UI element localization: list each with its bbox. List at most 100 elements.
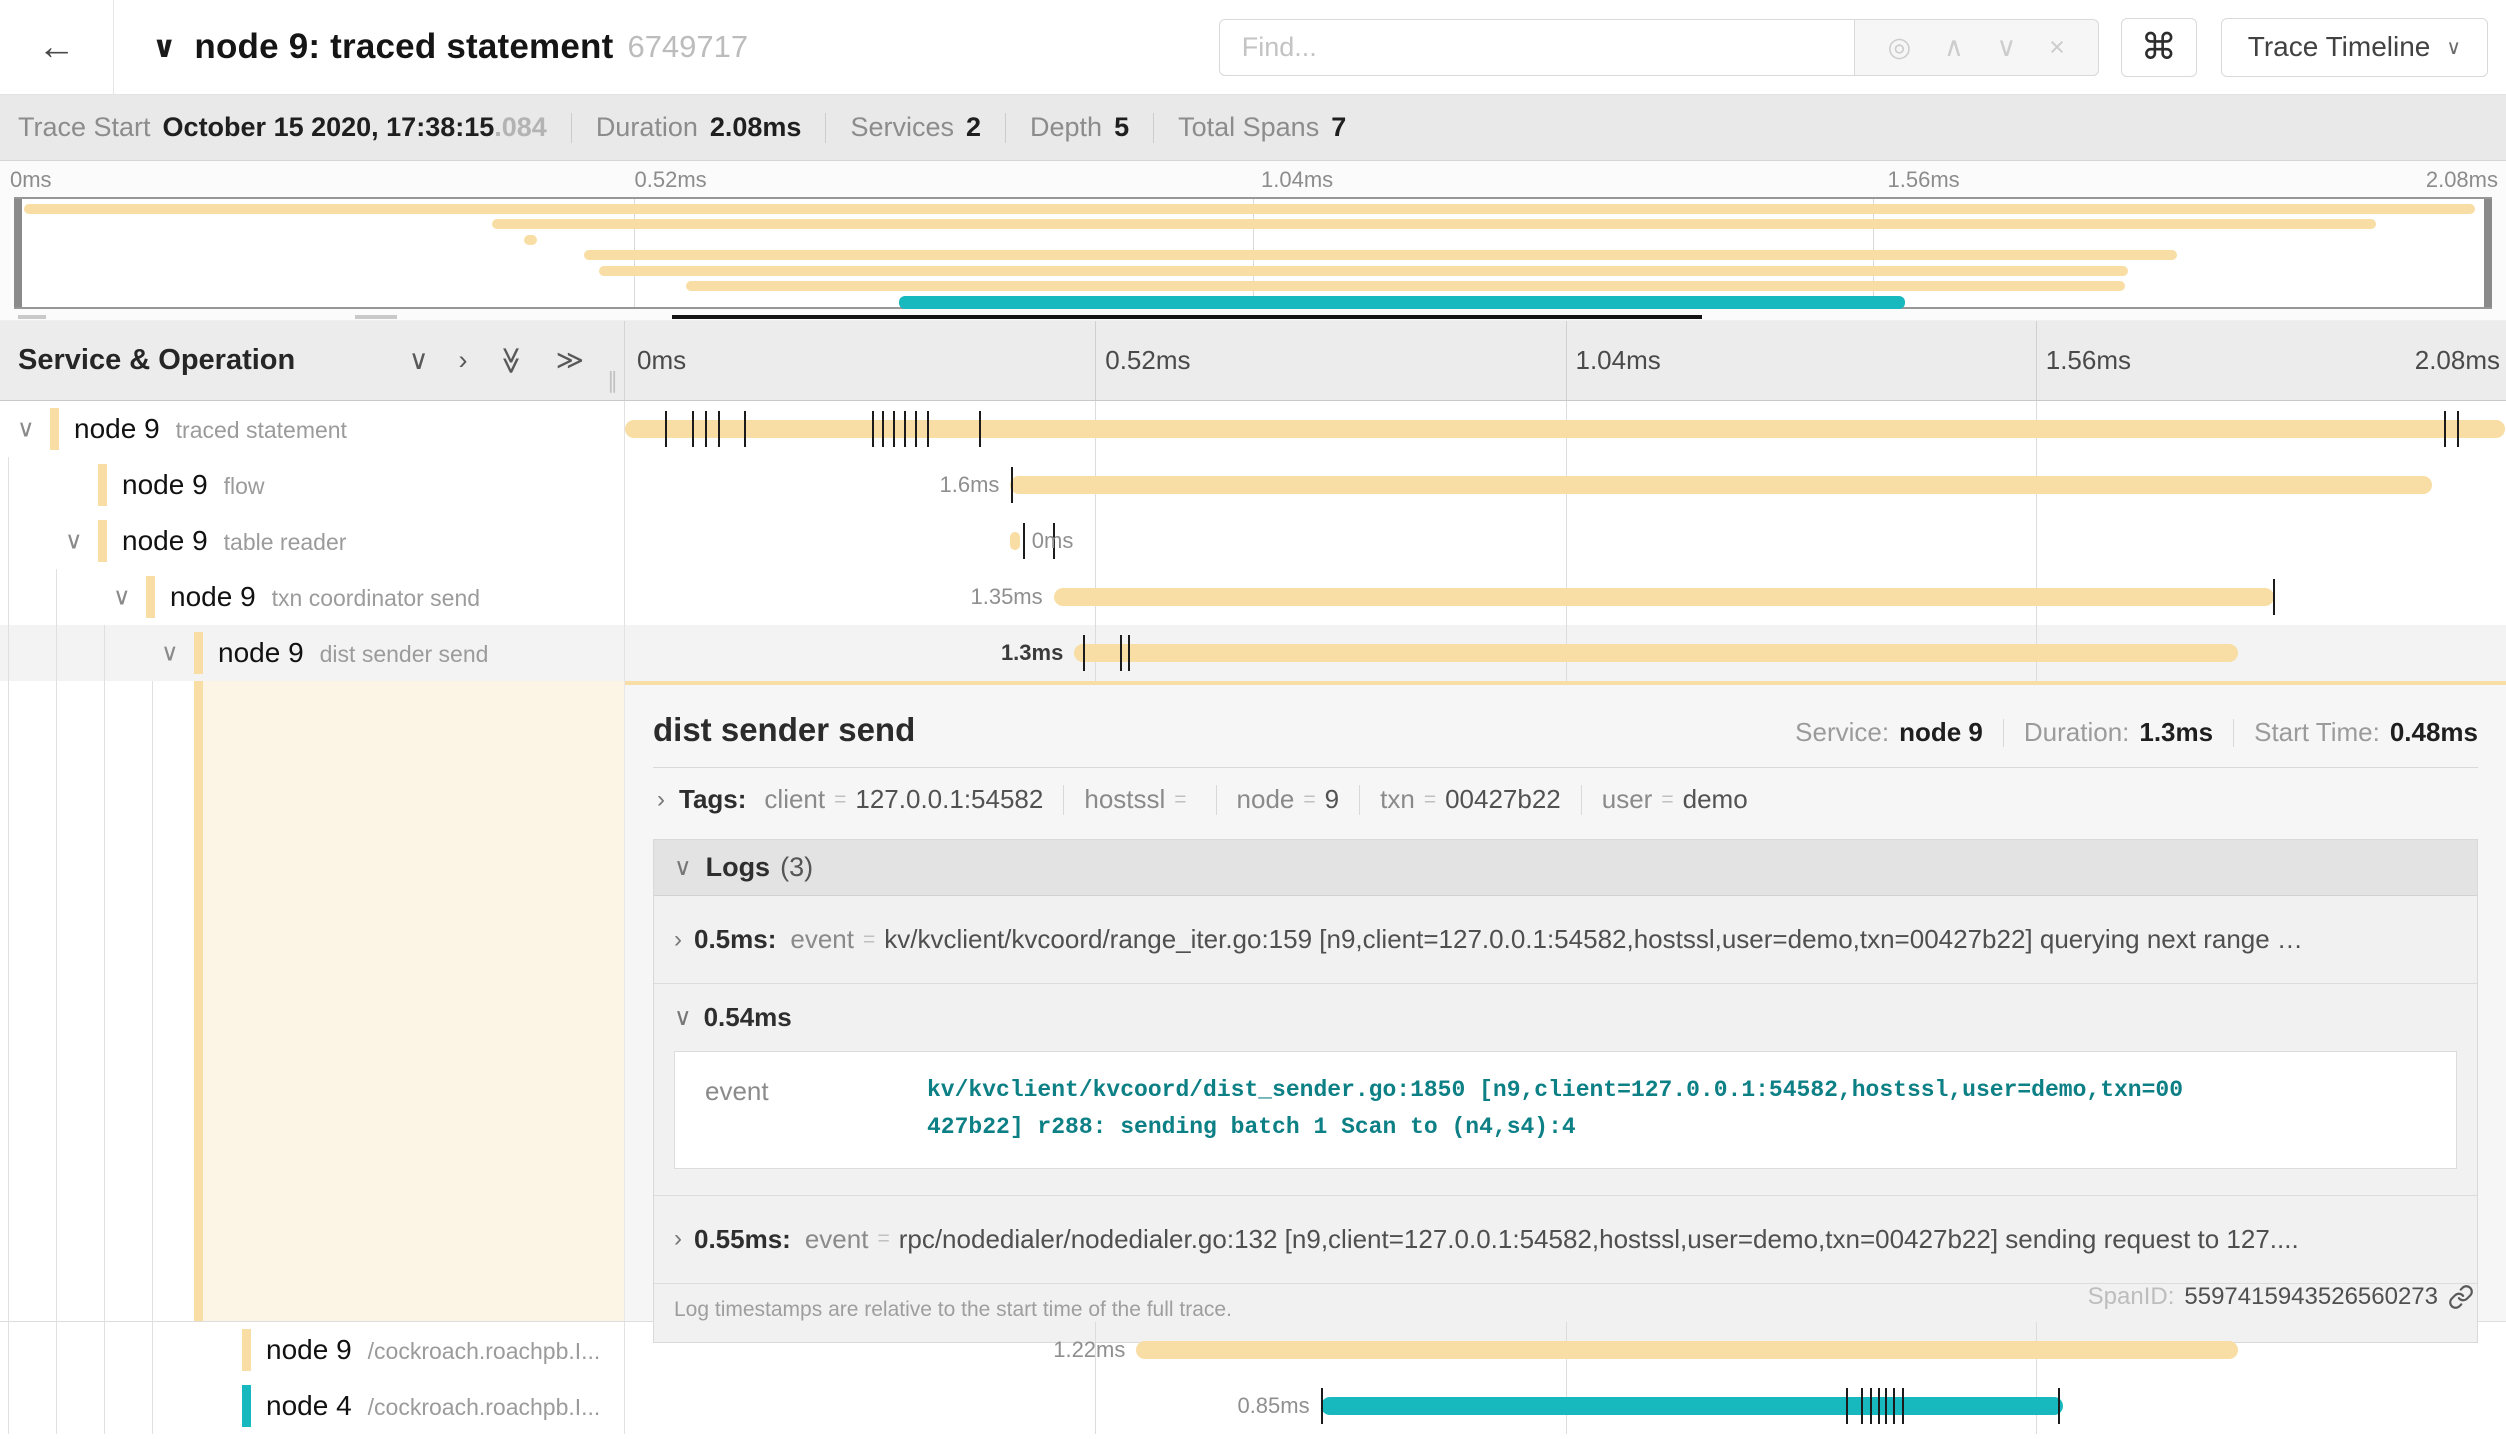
timeline-header-row: Service & Operation ∨ › ≫ ≫ ∥ 0ms0.52ms1… [0,321,2506,401]
span-tree-item[interactable]: node 4/cockroach.roachpb.I... [0,1378,625,1434]
log-entry-header[interactable]: ∨0.54ms [654,984,2477,1043]
tree-guide-line [104,625,105,681]
log-marker-tick [1128,635,1130,671]
minimap-span-bar [584,250,2177,260]
expander-chevron-down-icon[interactable]: ∨ [113,583,131,612]
operation-name: traced statement [176,417,347,443]
log-marker-tick [1861,1388,1863,1424]
expander-chevron-down-icon[interactable]: ∨ [17,415,35,444]
span-tree-item[interactable]: node 9/cockroach.roachpb.I... [0,1322,625,1378]
span-duration-bar[interactable] [1136,1341,2238,1359]
tag-equals: = [834,788,846,812]
minimap-canvas[interactable] [14,197,2492,309]
locate-icon[interactable]: ◎ [1888,32,1912,63]
span-bar-lane[interactable]: 1.22ms [625,1322,2506,1378]
span-row[interactable]: node 9flow 1.6ms [0,457,2506,513]
log-equals: = [863,928,875,952]
expander-chevron-down-icon[interactable]: ∨ [65,527,83,556]
log-marker-tick [1870,1388,1872,1424]
log-marker-tick [744,411,746,447]
span-bar-lane[interactable]: 1.35ms [625,569,2506,625]
span-duration-bar[interactable] [625,420,2505,438]
span-bar-lane[interactable]: 0ms [625,513,2506,569]
divider [1063,785,1064,815]
prev-match-icon[interactable]: ∧ [1944,32,1964,63]
span-duration-bar[interactable] [1074,644,2238,662]
tag-equals: = [1661,788,1673,812]
minimap-scrubber-right[interactable] [2484,199,2492,307]
span-row[interactable]: ∨node 9txn coordinator send1.35ms [0,569,2506,625]
log-marker-tick [1120,635,1122,671]
log-marker-tick [872,411,874,447]
stat-label: Duration [596,112,698,143]
log-marker-tick [1902,1388,1904,1424]
tree-guide-line [152,1378,153,1434]
divider [2233,719,2234,747]
minimap-scrubber-left[interactable] [14,199,22,307]
span-row[interactable]: ∨node 9dist sender send1.3ms [0,625,2506,681]
span-tree-item[interactable]: ∨node 9table reader [0,513,625,569]
span-rows-bottom: node 9/cockroach.roachpb.I...1.22msnode … [0,1321,2506,1434]
service-operation-header: Service & Operation ∨ › ≫ ≫ ∥ [0,321,625,400]
tree-guide-line [8,457,9,513]
find-input[interactable] [1219,19,1855,76]
span-tree-item[interactable]: ∨node 9txn coordinator send [0,569,625,625]
link-icon[interactable] [2448,1284,2474,1310]
span-color-bar [98,520,107,562]
collapse-all-icon[interactable]: ∨ [409,345,429,376]
back-button[interactable]: ← [0,0,114,94]
minimap-tick-label: 1.04ms [1261,167,1333,193]
span-row[interactable]: node 4/cockroach.roachpb.I...0.85ms [0,1378,2506,1434]
timeline-ruler: 0ms0.52ms1.04ms1.56ms2.08ms [625,321,2506,400]
log-field-key: event [805,1224,869,1255]
stat-value: October 15 2020, 17:38:15 [163,112,495,143]
tags-section[interactable]: › Tags: client=127.0.0.1:54582hostssl=no… [653,768,2478,829]
trace-view-selector[interactable]: Trace Timeline ∨ [2221,18,2488,77]
span-row[interactable]: ∨node 9table reader 0ms [0,513,2506,569]
collapse-deep-icon[interactable]: ≫ [496,346,527,374]
tree-guide-line [8,1378,9,1434]
log-field-value: kv/kvclient/kvcoord/range_iter.go:159 [n… [884,924,2303,955]
log-entry[interactable]: ›0.55ms:event=rpc/nodedialer/nodedialer.… [654,1196,2477,1284]
span-tree-item[interactable]: node 9flow [0,457,625,513]
span-duration-bar[interactable] [1054,588,2274,606]
span-operation-title: dist sender send [653,711,915,749]
stat-label: Services [850,112,954,143]
span-duration-bar[interactable] [1010,532,1019,550]
expand-all-icon[interactable]: ≫ [556,345,584,376]
span-color-bar [50,408,59,450]
log-event-card: eventkv/kvclient/kvcoord/dist_sender.go:… [674,1051,2457,1169]
chevron-down-icon: ∨ [2446,35,2461,60]
minimap-scroll-thumb[interactable] [672,315,1702,319]
log-equals: = [877,1227,889,1251]
expand-one-icon[interactable]: › [458,345,467,376]
stat-label: Trace Start [18,112,151,143]
span-row[interactable]: node 9/cockroach.roachpb.I...1.22ms [0,1322,2506,1378]
service-name: node 9 [266,1334,352,1365]
span-name: node 9flow [122,469,265,501]
span-tree-item[interactable]: ∨node 9traced statement [0,401,625,457]
keyboard-shortcuts-button[interactable]: ⌘ [2121,18,2197,77]
collapse-trace-icon[interactable]: ∨ [152,30,176,65]
operation-name: txn coordinator send [272,585,480,611]
log-entry[interactable]: ›0.5ms:event=kv/kvclient/kvcoord/range_i… [654,896,2477,984]
expander-chevron-down-icon[interactable]: ∨ [161,639,179,668]
span-bar-lane[interactable]: 0.85ms [625,1378,2506,1434]
tree-guide-line [104,1322,105,1378]
service-operation-title: Service & Operation [18,344,295,377]
span-row[interactable]: ∨node 9traced statement [0,401,2506,457]
span-duration-label: 0ms [1032,528,1074,554]
column-resize-grip[interactable]: ∥ [607,368,618,394]
span-bar-lane[interactable] [625,401,2506,457]
logs-count: (3) [780,852,813,883]
span-duration-bar[interactable] [1321,1397,2064,1415]
tag-equals: = [1424,788,1436,812]
span-bar-lane[interactable]: 1.6ms [625,457,2506,513]
span-duration-bar[interactable] [1010,476,2431,494]
next-match-icon[interactable]: ∨ [1997,32,2017,63]
stat-value: 2 [966,112,981,143]
span-bar-lane[interactable]: 1.3ms [625,625,2506,681]
span-tree-item[interactable]: ∨node 9dist sender send [0,625,625,681]
logs-header[interactable]: ∨ Logs (3) [654,840,2477,896]
clear-find-icon[interactable]: × [2049,32,2065,63]
